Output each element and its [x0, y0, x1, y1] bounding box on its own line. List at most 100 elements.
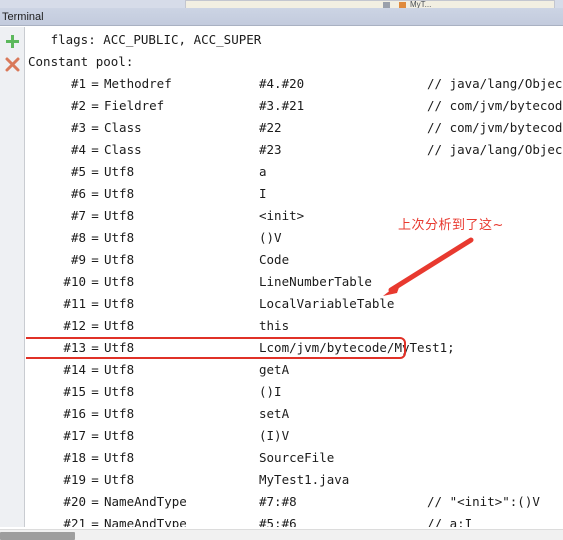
- entry-equals: =: [91, 450, 99, 465]
- entry-value: (I)V: [259, 428, 290, 443]
- entry-comment: // java/lang/Object: [427, 142, 563, 157]
- entry-index: #21: [63, 516, 86, 527]
- entry-equals: =: [91, 142, 99, 157]
- entry-equals: =: [91, 274, 99, 289]
- entry-equals: =: [91, 76, 99, 91]
- entry-tag: Utf8: [104, 164, 135, 179]
- constant-pool-entry: #17 = Utf8 (I)V: [26, 425, 563, 447]
- entry-value: ()I: [259, 384, 282, 399]
- entry-comment: // com/jvm/bytecode/MyTest1: [427, 120, 563, 135]
- entry-index: #12: [63, 318, 86, 333]
- constant-pool-entry: #6 = Utf8 I: [26, 183, 563, 205]
- entry-tag: Utf8: [104, 428, 135, 443]
- entry-index: #13: [63, 340, 86, 355]
- entry-index: #10: [63, 274, 86, 289]
- entry-value: a: [259, 164, 267, 179]
- entry-index: #16: [63, 406, 86, 421]
- constant-pool-entry: #9 = Utf8 Code: [26, 249, 563, 271]
- horizontal-scrollbar[interactable]: [0, 529, 563, 540]
- entry-index: #5: [70, 164, 86, 179]
- entry-value: ()V: [259, 230, 282, 245]
- close-session-button[interactable]: [3, 55, 22, 74]
- entry-value: Lcom/jvm/bytecode/MyTest1;: [259, 340, 455, 355]
- entry-index: #19: [63, 472, 86, 487]
- terminal-tool-window: MyT... Terminal flags: ACC_PUBLIC, ACC_S…: [0, 0, 563, 540]
- constant-pool-entry: #4 = Class #23 // java/lang/Object: [26, 139, 563, 161]
- entry-tag: Utf8: [104, 384, 135, 399]
- entry-tag: Utf8: [104, 362, 135, 377]
- constant-pool-entry: #1 = Methodref #4.#20 // java/lang/Object."<…: [26, 73, 563, 95]
- entry-value: SourceFile: [259, 450, 335, 465]
- entry-equals: =: [91, 516, 99, 527]
- entry-value: I: [259, 186, 267, 201]
- entry-tag: NameAndType: [104, 494, 187, 509]
- entry-equals: =: [91, 428, 99, 443]
- entry-value: #3.#21: [259, 98, 305, 113]
- entry-tag: Utf8: [104, 296, 135, 311]
- constant-pool-entry: #20 = NameAndType #7:#8 // "<init>":()V: [26, 491, 563, 513]
- entry-tag: Utf8: [104, 340, 135, 355]
- tool-window-title: Terminal: [2, 11, 44, 23]
- entry-tag: Class: [104, 120, 142, 135]
- entry-equals: =: [91, 208, 99, 223]
- entry-tag: Utf8: [104, 406, 135, 421]
- editor-tab-label: MyT...: [410, 0, 432, 9]
- terminal-console[interactable]: flags: ACC_PUBLIC, ACC_SUPER Constant poo…: [26, 27, 563, 527]
- entry-index: #14: [63, 362, 86, 377]
- entry-equals: =: [91, 296, 99, 311]
- constant-pool-entry: #5 = Utf8 a: [26, 161, 563, 183]
- entry-tag: Class: [104, 142, 142, 157]
- entry-index: #9: [70, 252, 86, 267]
- entry-tag: NameAndType: [104, 516, 187, 527]
- entry-equals: =: [91, 120, 99, 135]
- constant-pool-entry: #12 = Utf8 this: [26, 315, 563, 337]
- constant-pool-entry: #13 = Utf8 Lcom/jvm/bytecode/MyTest1;: [26, 337, 563, 359]
- entry-value: Code: [259, 252, 290, 267]
- close-x-icon: [5, 57, 20, 72]
- constant-pool-entry: #2 = Fieldref #3.#21 // com/jvm/bytecode/MyT…: [26, 95, 563, 117]
- entry-value: this: [259, 318, 290, 333]
- entry-tag: Utf8: [104, 208, 135, 223]
- entry-tag: Fieldref: [104, 98, 165, 113]
- constant-pool-entry: #14 = Utf8 getA: [26, 359, 563, 381]
- entry-equals: =: [91, 98, 99, 113]
- entry-tag: Utf8: [104, 450, 135, 465]
- entry-value: setA: [259, 406, 290, 421]
- entry-index: #4: [70, 142, 86, 157]
- editor-tab[interactable]: MyT...: [185, 0, 555, 8]
- entry-equals: =: [91, 362, 99, 377]
- entry-tag: Utf8: [104, 472, 135, 487]
- tool-window-header: Terminal: [0, 8, 563, 26]
- entry-tag: Utf8: [104, 186, 135, 201]
- entry-comment: // java/lang/Object."<init>":()V: [427, 76, 563, 91]
- constant-pool-entry: #11 = Utf8 LocalVariableTable: [26, 293, 563, 315]
- entry-tag: Utf8: [104, 318, 135, 333]
- constant-pool-entry: #21 = NameAndType #5:#6 // a:I: [26, 513, 563, 527]
- entry-index: #18: [63, 450, 86, 465]
- entry-equals: =: [91, 384, 99, 399]
- entry-comment: // "<init>":()V: [427, 494, 540, 509]
- terminal-action-gutter: [0, 27, 25, 527]
- entry-value: getA: [259, 362, 290, 377]
- constant-pool-entry: #19 = Utf8 MyTest1.java: [26, 469, 563, 491]
- entry-equals: =: [91, 406, 99, 421]
- entry-equals: =: [91, 186, 99, 201]
- entry-value: LocalVariableTable: [259, 296, 395, 311]
- editor-tab-strip: MyT...: [0, 0, 563, 8]
- entry-index: #8: [70, 230, 86, 245]
- entry-value: MyTest1.java: [259, 472, 350, 487]
- entry-comment: // a:I: [427, 516, 473, 527]
- entry-index: #7: [70, 208, 86, 223]
- entry-value: LineNumberTable: [259, 274, 372, 289]
- entry-value: #7:#8: [259, 494, 297, 509]
- entry-equals: =: [91, 340, 99, 355]
- console-content: flags: ACC_PUBLIC, ACC_SUPER Constant poo…: [26, 27, 563, 527]
- new-session-button[interactable]: [3, 32, 22, 51]
- entry-tag: Utf8: [104, 230, 135, 245]
- entry-comment: // com/jvm/bytecode/MyTest1.a:I: [427, 98, 563, 113]
- constant-pool-entry: #18 = Utf8 SourceFile: [26, 447, 563, 469]
- horizontal-scrollbar-thumb[interactable]: [0, 532, 75, 540]
- entry-tag: Utf8: [104, 274, 135, 289]
- entry-value: #4.#20: [259, 76, 305, 91]
- entry-equals: =: [91, 318, 99, 333]
